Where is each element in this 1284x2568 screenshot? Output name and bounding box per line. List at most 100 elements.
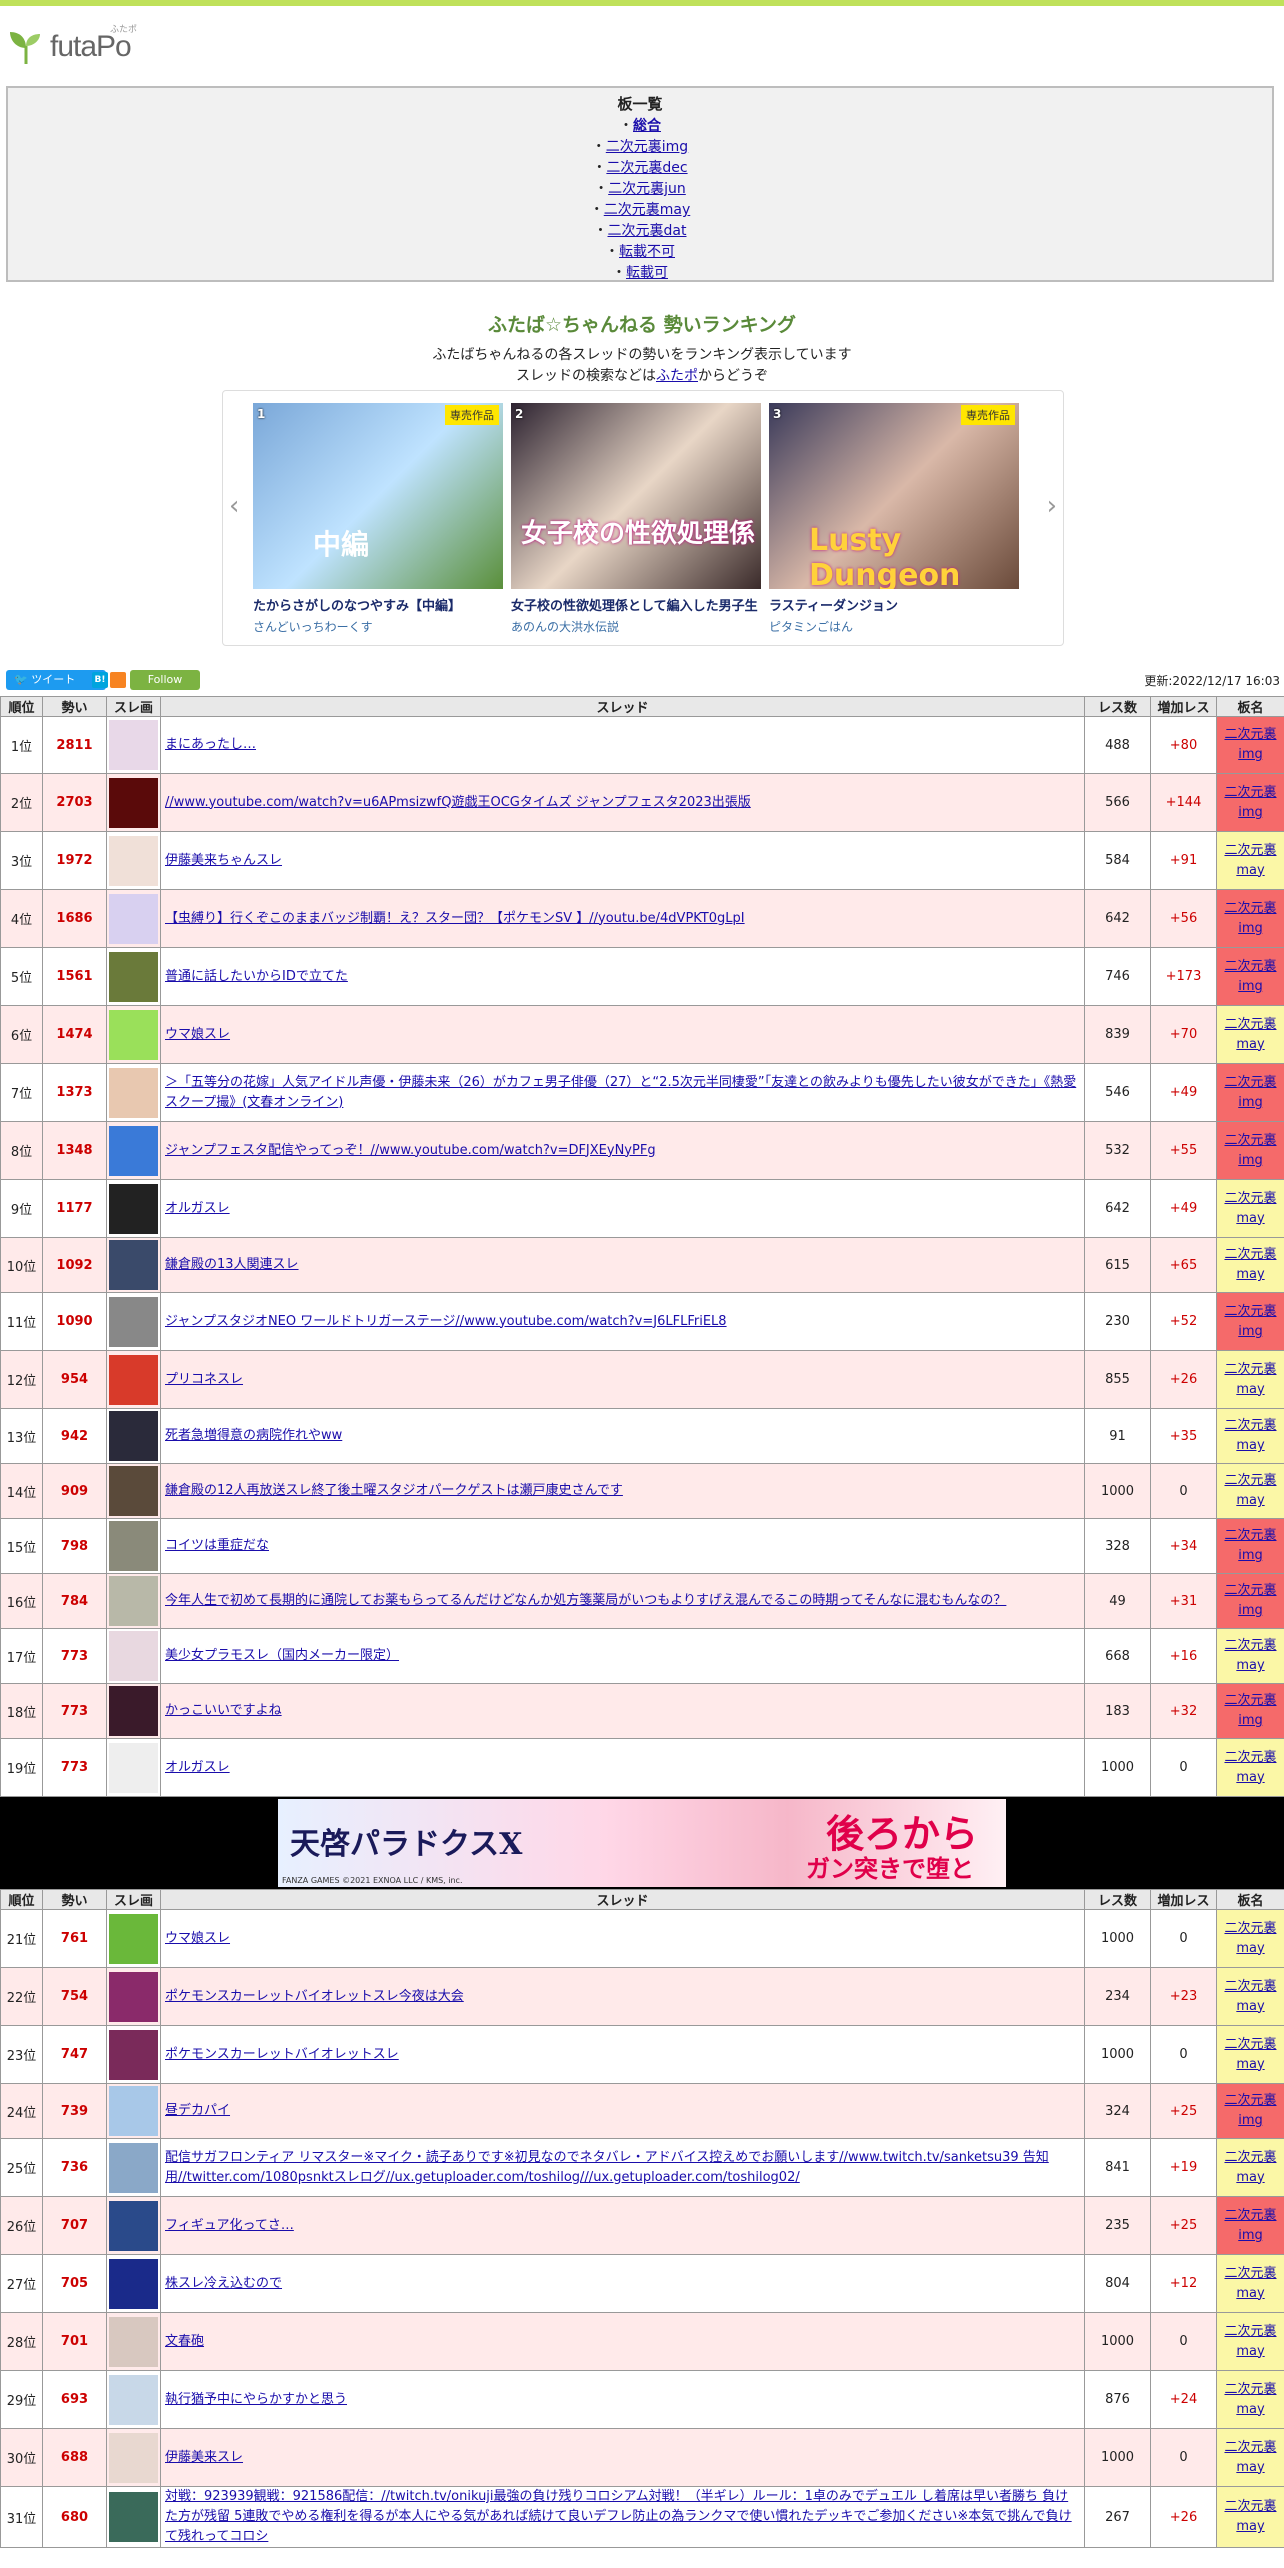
thread-thumbnail[interactable] [109,1354,158,1405]
board-name-link[interactable]: 二次元裏may [1224,1979,1276,2014]
thread-link[interactable]: 伊藤美来スレ [165,2450,243,2465]
board-name-link[interactable]: 二次元裏may [1224,1638,1276,1673]
thread-thumbnail[interactable] [109,2086,158,2136]
thread-link[interactable]: 昼デカパイ [165,2103,230,2118]
thread-thumbnail[interactable] [109,1009,158,1060]
product-circle[interactable]: さんどいっちわーくす [253,618,503,635]
thread-thumbnail[interactable] [109,1686,158,1736]
thread-link[interactable]: ポケモンスカーレットバイオレットスレ [165,2047,399,2062]
thumbnail-cell[interactable] [106,1292,161,1351]
product-image[interactable]: 1 専売作品 中編 [253,403,503,589]
thread-link[interactable]: 文春砲 [165,2334,204,2349]
thumbnail-cell[interactable] [106,831,161,890]
thumbnail-cell[interactable] [106,2428,161,2487]
product-title[interactable]: たからさがしのなつやすみ【中編】 [253,595,503,614]
board-link[interactable]: 総合 [633,118,661,134]
site-logo[interactable]: futaPo ふたポ [6,22,146,66]
thread-link[interactable]: 普通に話したいからIDで立てた [165,969,348,984]
thread-thumbnail[interactable] [109,1067,158,1118]
board-name-link[interactable]: 二次元裏img [1224,959,1276,994]
thumbnail-cell[interactable] [106,1408,161,1464]
board-name-link[interactable]: 二次元裏may [1224,2440,1276,2475]
board-name-link[interactable]: 二次元裏may [1224,2324,1276,2359]
thread-thumbnail[interactable] [109,893,158,944]
board-name-link[interactable]: 二次元裏img [1224,1133,1276,1168]
thread-link[interactable]: まにあったし… [165,737,256,752]
board-name-link[interactable]: 二次元裏img [1224,785,1276,820]
thread-link[interactable]: かっこいいですよね [165,1703,282,1718]
thread-thumbnail[interactable] [109,835,158,886]
thread-link[interactable]: オルガスレ [165,1201,230,1216]
thread-thumbnail[interactable] [109,777,158,828]
ad-banner[interactable]: 天啓パラドクスX 後ろから ガン突きで堕とす!! FANZA GAMES ©20… [278,1799,1006,1887]
board-name-link[interactable]: 二次元裏may [1224,1362,1276,1397]
thread-thumbnail[interactable] [109,1411,158,1461]
futapo-link[interactable]: ふたポ [656,368,698,384]
thread-thumbnail[interactable] [109,1913,158,1964]
thread-thumbnail[interactable] [109,2029,158,2080]
product-card[interactable]: 3 専売作品 Lusty Dungeon ラスティーダンジョン ピタミンごはん [769,403,1019,635]
board-name-link[interactable]: 二次元裏may [1224,2037,1276,2072]
product-card[interactable]: 2 女子校の性欲処理係 女子校の性欲処理係として編入した男子生 あのんの大洪水伝説 [511,403,761,635]
board-name-link[interactable]: 二次元裏img [1224,1528,1276,1563]
board-name-link[interactable]: 二次元裏may [1224,1750,1276,1785]
board-link[interactable]: 二次元裏img [606,139,688,155]
thumbnail-cell[interactable] [106,1350,161,1409]
thread-link[interactable]: ウマ娘スレ [165,1027,230,1042]
board-name-link[interactable]: 二次元裏may [1224,2499,1276,2534]
thumbnail-cell[interactable] [106,1738,161,1797]
board-name-link[interactable]: 二次元裏may [1224,843,1276,878]
thread-link[interactable]: 美少女プラモスレ（国内メーカー限定） [165,1648,399,1663]
thread-thumbnail[interactable] [109,1631,158,1681]
thread-thumbnail[interactable] [109,2374,158,2425]
thread-link[interactable]: 鎌倉殿の12人再放送スレ終了後土曜スタジオパークゲストは瀬戸康史さんです [165,1483,623,1498]
board-name-link[interactable]: 二次元裏img [1224,2208,1276,2243]
thumbnail-cell[interactable] [106,1518,161,1574]
thumbnail-cell[interactable] [106,1628,161,1684]
board-name-link[interactable]: 二次元裏img [1224,727,1276,762]
thumbnail-cell[interactable] [106,773,161,832]
board-name-link[interactable]: 二次元裏may [1224,2150,1276,2185]
board-name-link[interactable]: 二次元裏may [1224,1247,1276,1282]
chevron-left-icon[interactable]: ‹ [229,491,239,521]
thread-thumbnail[interactable] [109,1296,158,1347]
thread-link[interactable]: 株スレ冷え込むので [165,2276,282,2291]
board-name-link[interactable]: 二次元裏may [1224,2266,1276,2301]
chevron-right-icon[interactable]: › [1047,491,1057,521]
thread-thumbnail[interactable] [109,1521,158,1571]
thread-link[interactable]: 執行猶予中にやらかすかと思う [165,2392,347,2407]
product-card[interactable]: 1 専売作品 中編たからさがしのなつやすみ【中編】 さんどいっちわーくす [253,403,503,635]
board-name-link[interactable]: 二次元裏img [1224,1583,1276,1618]
thumbnail-cell[interactable] [106,1967,161,2026]
thumbnail-cell[interactable] [106,716,161,774]
thread-thumbnail[interactable] [109,1742,158,1793]
board-name-link[interactable]: 二次元裏may [1224,1017,1276,1052]
thread-link[interactable]: コイツは重症だな [165,1538,269,1553]
thread-link[interactable]: プリコネスレ [165,1372,243,1387]
product-title[interactable]: ラスティーダンジョン [769,595,1019,614]
thread-link[interactable]: 【虫縛り】行くぞこのままバッジ制覇！え？スター団？【ポケモンSV 】//yout… [165,911,745,926]
thread-thumbnail[interactable] [109,2316,158,2367]
board-link[interactable]: 転載不可 [619,244,675,260]
thumbnail-cell[interactable] [106,1573,161,1629]
thread-thumbnail[interactable] [109,951,158,1002]
thumbnail-cell[interactable] [106,2486,161,2548]
thread-thumbnail[interactable] [109,2258,158,2309]
thumbnail-cell[interactable] [106,2083,161,2139]
thumbnail-cell[interactable] [106,2138,161,2197]
thread-link[interactable]: 鎌倉殿の13人関連スレ [165,1257,299,1272]
thumbnail-cell[interactable] [106,889,161,948]
thread-link[interactable]: 伊藤美来ちゃんスレ [165,853,282,868]
thumbnail-cell[interactable] [106,2254,161,2313]
board-name-link[interactable]: 二次元裏img [1224,901,1276,936]
hatena-bookmark-button[interactable]: B! [92,672,108,688]
thread-link[interactable]: ジャンプフェスタ配信やってっぞ！//www.youtube.com/watch?… [165,1143,656,1158]
thread-thumbnail[interactable] [109,2492,158,2542]
thread-thumbnail[interactable] [109,720,158,770]
thread-thumbnail[interactable] [109,1240,158,1290]
thread-link[interactable]: //www.youtube.com/watch?v=u6APmsizwfQ遊戯王… [165,795,751,810]
thumbnail-cell[interactable] [106,947,161,1006]
product-circle[interactable]: あのんの大洪水伝説 [511,618,761,635]
board-link[interactable]: 二次元裏may [604,202,691,218]
product-title[interactable]: 女子校の性欲処理係として編入した男子生 [511,595,761,614]
